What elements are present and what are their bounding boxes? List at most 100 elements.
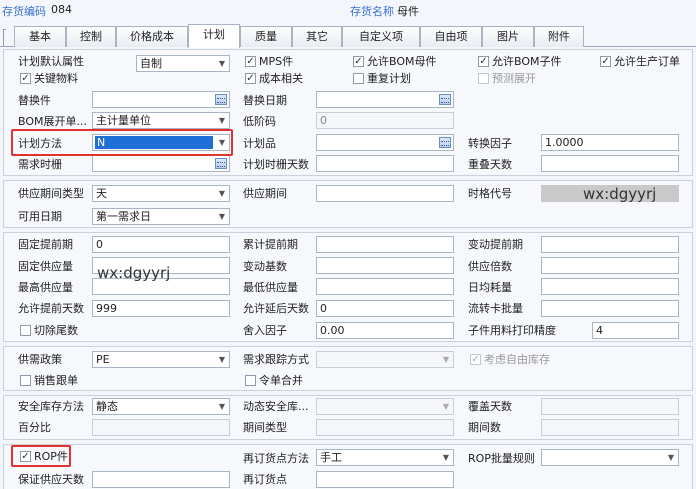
- tab-bar: 基本 控制 价格成本 计划 质量 其它 自定义项 自由项 图片 附件: [0, 23, 696, 48]
- loss-factor-field[interactable]: 0.00: [316, 322, 454, 339]
- available-date-select[interactable]: 第一需求日 ▼: [92, 208, 230, 225]
- reschedule-days-field[interactable]: [541, 155, 679, 172]
- tab-attachments[interactable]: 附件: [534, 26, 584, 47]
- daily-capacity-field[interactable]: [541, 278, 679, 295]
- variable-base-field[interactable]: [316, 257, 454, 274]
- supply-multiple-field[interactable]: [541, 257, 679, 274]
- supply-demand-policy-select[interactable]: PE ▼: [92, 351, 230, 368]
- low-level-code-value: 0: [320, 114, 327, 127]
- substitute-field[interactable]: [92, 91, 230, 108]
- demand-trace-label: 需求跟踪方式: [243, 353, 309, 366]
- period-type-field[interactable]: [316, 419, 454, 436]
- mps-checkbox[interactable]: ✓: [245, 56, 256, 67]
- calendar-icon[interactable]: [439, 137, 451, 148]
- allow-bom-parent-checkbox[interactable]: ✓: [353, 56, 364, 67]
- rop-batch-rule-select[interactable]: ▼: [541, 449, 679, 466]
- dynamic-safety-select[interactable]: ▼: [316, 398, 454, 415]
- cum-lead-label: 累计提前期: [243, 238, 298, 251]
- variable-lead-label: 变动提前期: [468, 238, 523, 251]
- allow-bom-child-label: 允许BOM子件: [492, 55, 562, 68]
- guarantee-supply-days-field[interactable]: [92, 471, 230, 488]
- tab-quality[interactable]: 质量: [240, 26, 292, 47]
- cover-days-field[interactable]: [541, 398, 679, 415]
- chevron-down-icon: ▼: [218, 59, 226, 68]
- chevron-down-icon: ▼: [442, 402, 450, 411]
- min-supply-field[interactable]: [316, 278, 454, 295]
- period-count-field[interactable]: [541, 419, 679, 436]
- tab-images[interactable]: 图片: [482, 26, 534, 47]
- tab-other[interactable]: 其它: [292, 26, 342, 47]
- tab-basic[interactable]: 基本: [14, 26, 66, 47]
- cover-days-label: 覆盖天数: [468, 400, 512, 413]
- allow-delay-days-field[interactable]: 0: [316, 300, 454, 317]
- calendar-icon[interactable]: [215, 94, 227, 105]
- conversion-factor-label: 转换因子: [468, 137, 512, 150]
- reorder-point-field[interactable]: [316, 471, 454, 488]
- plan-method-highlight-box: [11, 129, 233, 156]
- substitute-label: 替换件: [18, 94, 51, 107]
- key-material-checkbox[interactable]: ✓: [20, 73, 31, 84]
- demand-trace-select[interactable]: ▼: [316, 351, 454, 368]
- consider-free-stock-label: 考虑自由库存: [484, 353, 550, 366]
- safety-stock-method-select[interactable]: 静态 ▼: [92, 398, 230, 415]
- plan-item-field[interactable]: [316, 134, 454, 151]
- tab-free-items[interactable]: 自由项: [420, 26, 482, 47]
- period-count-label: 期间数: [468, 421, 501, 434]
- bom-expand-unit-label: BOM展开单...: [18, 115, 87, 128]
- variable-lead-field[interactable]: [541, 236, 679, 253]
- rop-highlight-box: [11, 445, 71, 467]
- watermark-text: wx:dgyyrj: [97, 264, 171, 282]
- cum-lead-field[interactable]: [316, 236, 454, 253]
- chevron-down-icon: ▼: [218, 189, 226, 198]
- daily-capacity-label: 日均耗量: [468, 281, 512, 294]
- mps-label: MPS件: [259, 55, 294, 68]
- allow-advance-days-field[interactable]: 999: [92, 300, 230, 317]
- cost-related-checkbox[interactable]: ✓: [245, 73, 256, 84]
- cut-tail-checkbox[interactable]: [20, 325, 31, 336]
- allow-advance-days-value: 999: [96, 302, 117, 315]
- sales-follow-checkbox[interactable]: [20, 375, 31, 386]
- plan-default-attr-select[interactable]: 自制 ▼: [136, 55, 230, 72]
- flow-card-batch-field[interactable]: [541, 300, 679, 317]
- chevron-down-icon: ▼: [442, 453, 450, 462]
- tab-price-cost[interactable]: 价格成本: [116, 26, 188, 47]
- allow-bom-child-checkbox[interactable]: ✓: [478, 56, 489, 67]
- conversion-factor-field[interactable]: 1.0000: [541, 134, 679, 151]
- consider-free-stock-checkbox[interactable]: ✓: [470, 354, 481, 365]
- period-type-label: 期间类型: [243, 421, 287, 434]
- allow-bom-parent-label: 允许BOM母件: [367, 55, 437, 68]
- chevron-down-icon: ▼: [667, 453, 675, 462]
- percent-field[interactable]: [92, 419, 230, 436]
- reorder-point-label: 再订货点: [243, 473, 287, 486]
- tab-control[interactable]: 控制: [66, 26, 116, 47]
- plan-fence-days-field[interactable]: [316, 155, 454, 172]
- substitute-date-field[interactable]: [316, 91, 454, 108]
- reorder-method-select[interactable]: 手工 ▼: [316, 449, 454, 466]
- calendar-icon[interactable]: [215, 158, 227, 169]
- max-supply-label: 最高供应量: [18, 281, 73, 294]
- tab-custom-items[interactable]: 自定义项: [342, 26, 420, 47]
- child-print-precision-field[interactable]: 4: [592, 322, 679, 339]
- fixed-lead-field[interactable]: 0: [92, 236, 230, 253]
- chevron-down-icon: ▼: [218, 355, 226, 364]
- supply-demand-policy-value: PE: [96, 353, 110, 366]
- calendar-icon[interactable]: [439, 94, 451, 105]
- order-merge-checkbox[interactable]: [245, 375, 256, 386]
- chevron-down-icon: ▼: [218, 116, 226, 125]
- replan-checkbox[interactable]: [353, 73, 364, 84]
- forecast-expand-checkbox[interactable]: [478, 73, 489, 84]
- supply-period-type-value: 天: [96, 187, 107, 200]
- allow-production-order-checkbox[interactable]: ✓: [600, 56, 611, 67]
- flow-card-batch-label: 流转卡批量: [468, 302, 523, 315]
- reorder-method-label: 再订货点方法: [243, 452, 309, 465]
- supply-period-type-select[interactable]: 天 ▼: [92, 185, 230, 202]
- allow-production-order-label: 允许生产订单: [614, 55, 680, 68]
- conversion-factor-value: 1.0000: [545, 136, 584, 149]
- tab-plan[interactable]: 计划: [188, 24, 240, 48]
- allow-advance-days-label: 允许提前天数: [18, 302, 84, 315]
- demand-fence-field[interactable]: [92, 155, 230, 172]
- supply-period-field[interactable]: [316, 185, 454, 202]
- supply-period-type-label: 供应期间类型: [18, 187, 84, 200]
- bom-expand-unit-select[interactable]: 主计量单位 ▼: [92, 112, 230, 129]
- substitute-date-label: 替换日期: [243, 94, 287, 107]
